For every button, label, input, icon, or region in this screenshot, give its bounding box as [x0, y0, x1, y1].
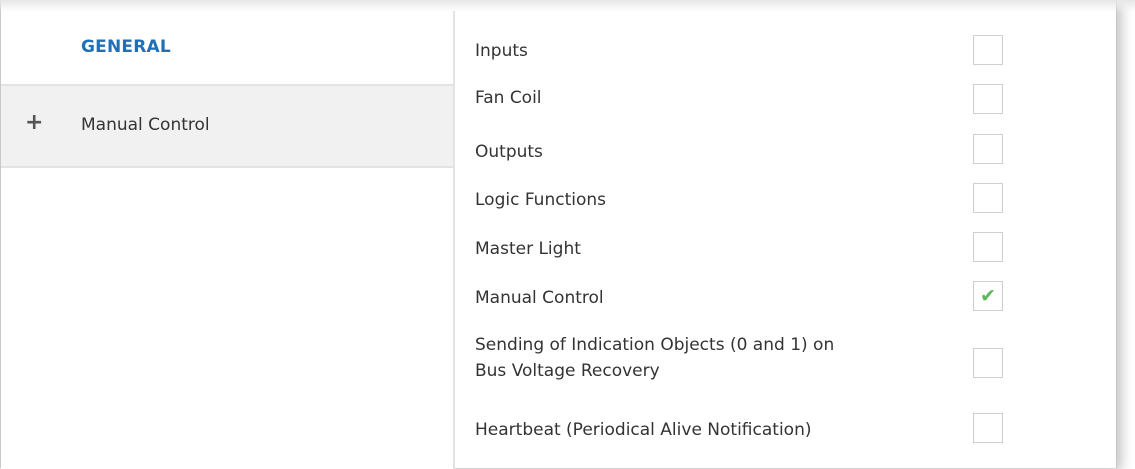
- param-row-master-light: Master Light: [455, 232, 1117, 264]
- param-checkbox-manual-control[interactable]: ✔: [973, 281, 1003, 311]
- param-checkbox-heartbeat[interactable]: [973, 413, 1003, 443]
- sidebar-item-manual-control[interactable]: + Manual Control: [1, 86, 453, 168]
- plus-icon[interactable]: +: [25, 110, 43, 135]
- param-label-line2: Bus Voltage Recovery: [475, 361, 660, 381]
- sidebar-item-label: Manual Control: [81, 115, 210, 135]
- param-row-inputs: Inputs: [455, 35, 1117, 67]
- param-row-outputs: Outputs: [455, 134, 1117, 166]
- param-checkbox-sending-indication-objects[interactable]: [973, 348, 1003, 378]
- param-label-line1: Sending of Indication Objects (0 and 1) …: [475, 335, 835, 355]
- param-label: Inputs: [475, 41, 528, 61]
- param-label: Outputs: [475, 142, 543, 162]
- param-checkbox-logic-functions[interactable]: [973, 183, 1003, 213]
- param-label: Master Light: [475, 239, 581, 259]
- sidebar-header-label: GENERAL: [81, 37, 171, 57]
- param-checkbox-outputs[interactable]: [973, 134, 1003, 164]
- param-row-fan-coil: Fan Coil: [455, 84, 1117, 116]
- param-label: Heartbeat (Periodical Alive Notification…: [475, 420, 812, 440]
- param-label: Fan Coil: [475, 88, 542, 108]
- param-label: Manual Control: [475, 288, 604, 308]
- param-row-heartbeat: Heartbeat (Periodical Alive Notification…: [455, 413, 1117, 445]
- sidebar: GENERAL + Manual Control: [1, 11, 455, 469]
- param-label: Logic Functions: [475, 190, 607, 210]
- checkmark-icon: ✔: [980, 285, 996, 307]
- sidebar-header-general[interactable]: GENERAL: [1, 11, 453, 86]
- parameters-window: GENERAL + Manual Control Inputs Fan Coil…: [0, 0, 1117, 469]
- param-checkbox-inputs[interactable]: [973, 35, 1003, 65]
- param-row-manual-control: Manual Control ✔: [455, 281, 1117, 313]
- param-checkbox-fan-coil[interactable]: [973, 84, 1003, 114]
- param-row-logic-functions: Logic Functions: [455, 183, 1117, 215]
- param-row-sending-indication-objects: Sending of Indication Objects (0 and 1) …: [455, 331, 1117, 391]
- param-checkbox-master-light[interactable]: [973, 232, 1003, 262]
- parameter-panel: Inputs Fan Coil Outputs Logic Functions …: [455, 1, 1117, 469]
